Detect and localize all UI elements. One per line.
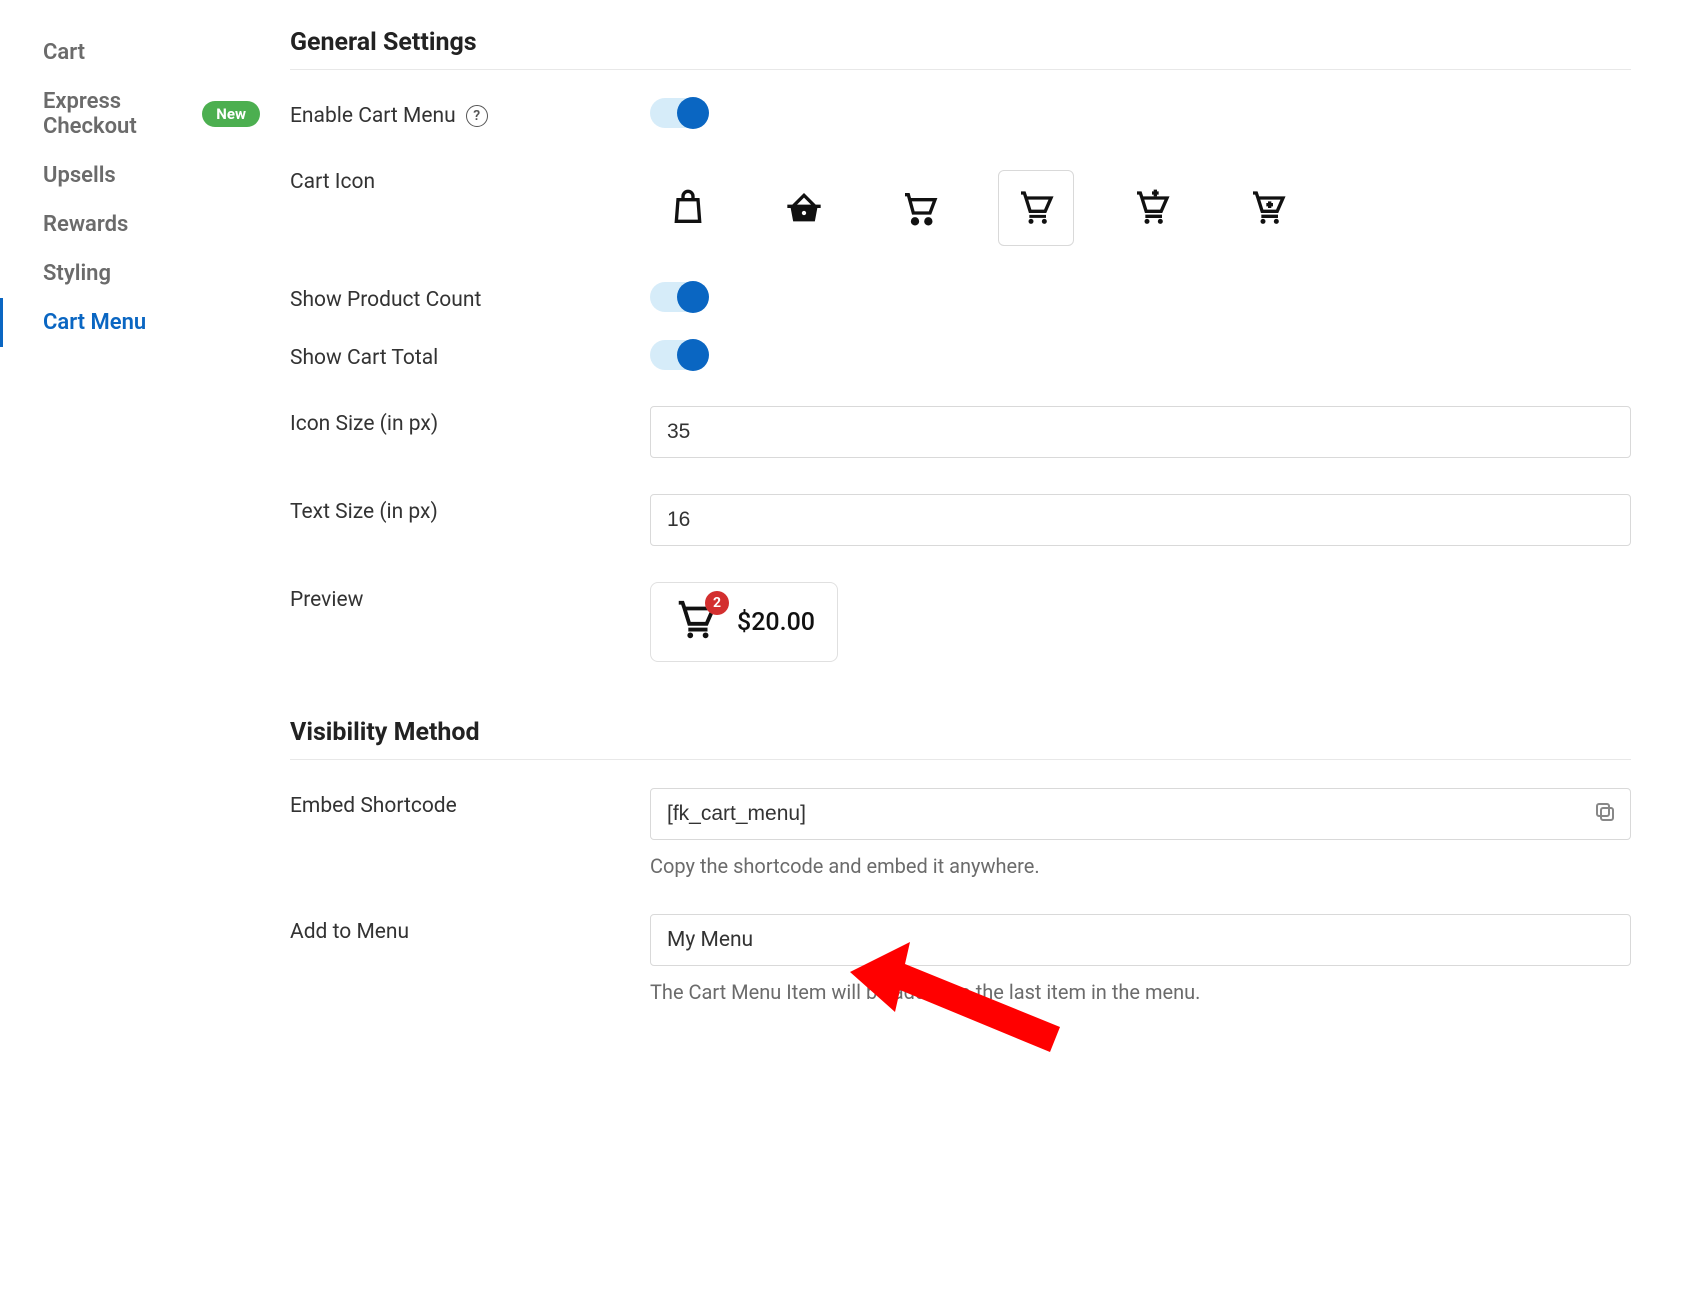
enable-cart-menu-label: Enable Cart Menu (290, 104, 456, 128)
cart-icon-picker (650, 164, 1631, 246)
sidebar-item-label: Express Checkout (43, 89, 190, 139)
text-size-label: Text Size (in px) (290, 500, 438, 524)
cart-icon-label: Cart Icon (290, 170, 375, 194)
new-badge: New (202, 101, 260, 127)
enable-cart-menu-toggle[interactable] (650, 98, 708, 128)
sidebar-item-express-checkout[interactable]: Express Checkout New (0, 77, 260, 151)
main-content: General Settings Enable Cart Menu ? Cart… (260, 0, 1691, 1311)
show-product-count-label: Show Product Count (290, 288, 481, 312)
section-title-visibility: Visibility Method (290, 718, 1631, 760)
show-product-count-toggle[interactable] (650, 282, 708, 312)
cart-solid-icon[interactable] (998, 170, 1074, 246)
sidebar-item-label: Rewards (43, 212, 128, 237)
menu-helper: The Cart Menu Item will be added to the … (650, 980, 1631, 1004)
sidebar-item-label: Cart (43, 40, 85, 65)
sidebar-item-label: Upsells (43, 163, 116, 188)
cart-menu-preview[interactable]: 2 $20.00 (650, 582, 838, 662)
add-to-menu-select[interactable]: My Menu (650, 914, 1631, 966)
cart-add-icon[interactable] (1230, 170, 1306, 246)
embed-shortcode-input[interactable] (650, 788, 1631, 840)
cart-outline-icon[interactable] (882, 170, 958, 246)
embed-shortcode-label: Embed Shortcode (290, 794, 457, 818)
settings-sidebar: Cart Express Checkout New Upsells Reward… (0, 0, 260, 1311)
section-title-general: General Settings (290, 28, 1631, 70)
sidebar-item-label: Cart Menu (43, 310, 146, 335)
help-icon[interactable]: ? (466, 105, 488, 127)
sidebar-item-cart-menu[interactable]: Cart Menu (0, 298, 260, 347)
show-cart-total-label: Show Cart Total (290, 346, 438, 370)
copy-icon[interactable] (1593, 800, 1617, 828)
sidebar-item-label: Styling (43, 261, 111, 286)
icon-size-label: Icon Size (in px) (290, 412, 438, 436)
shortcode-helper: Copy the shortcode and embed it anywhere… (650, 854, 1631, 878)
icon-size-input[interactable] (650, 406, 1631, 458)
show-cart-total-toggle[interactable] (650, 340, 708, 370)
sidebar-item-upsells[interactable]: Upsells (0, 151, 260, 200)
preview-count-badge: 2 (705, 591, 729, 615)
cart-plus-icon[interactable] (1114, 170, 1190, 246)
basket-icon[interactable] (766, 170, 842, 246)
text-size-input[interactable] (650, 494, 1631, 546)
sidebar-item-styling[interactable]: Styling (0, 249, 260, 298)
preview-label: Preview (290, 588, 363, 612)
add-to-menu-label: Add to Menu (290, 920, 409, 944)
preview-price: $20.00 (737, 608, 815, 637)
sidebar-item-cart[interactable]: Cart (0, 28, 260, 77)
sidebar-item-rewards[interactable]: Rewards (0, 200, 260, 249)
bag-icon[interactable] (650, 170, 726, 246)
preview-cart-icon: 2 (673, 597, 719, 647)
